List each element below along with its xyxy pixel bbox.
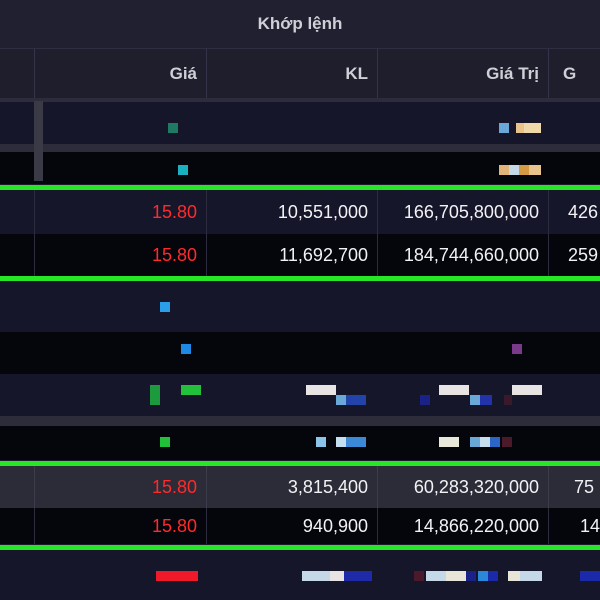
column-header-extra[interactable]: G — [548, 49, 600, 98]
value-cell: 60,283,320,000 — [413, 476, 539, 497]
pixel-block — [519, 165, 529, 175]
pixel-block — [488, 571, 498, 581]
pixel-block — [336, 437, 346, 447]
value-cell: 184,744,660,000 — [403, 244, 539, 265]
pixel-block — [346, 395, 366, 405]
pixel-block — [529, 165, 541, 175]
pixelated-row — [0, 152, 600, 184]
match-order-title: Khớp lệnh — [257, 14, 343, 33]
pixel-block — [302, 571, 330, 581]
pixel-block — [470, 437, 480, 447]
pixel-block — [168, 123, 178, 133]
table-row[interactable]: 15.80 10,551,000 166,705,800,000 426 — [0, 190, 600, 234]
pixel-block — [512, 344, 522, 354]
pixelated-row — [0, 332, 600, 374]
pixel-block — [520, 571, 542, 581]
pixel-block — [509, 165, 519, 175]
table-row[interactable]: 15.80 940,900 14,866,220,000 14 — [0, 508, 600, 544]
row-separator — [0, 144, 600, 152]
column-header-blank — [0, 49, 34, 98]
pixel-block — [490, 437, 500, 447]
price-cell: 15.80 — [151, 476, 197, 497]
pixel-block — [502, 437, 512, 447]
column-header-volume[interactable]: KL — [206, 49, 377, 98]
pixel-block — [524, 123, 541, 133]
pixel-block — [512, 385, 542, 395]
extra-cell: 426 — [568, 201, 599, 222]
pixel-block — [499, 165, 509, 175]
pixel-block — [516, 123, 524, 133]
match-order-header: Khớp lệnh — [0, 0, 600, 49]
pixel-block — [439, 385, 469, 395]
extra-cell: 75 — [574, 476, 595, 497]
pixel-block — [480, 437, 490, 447]
column-header-row: Giá KL Giá Trị G — [0, 49, 600, 102]
pixel-block — [330, 571, 344, 581]
pixel-block — [426, 571, 446, 581]
pixel-block — [181, 385, 201, 395]
pixelated-row — [0, 550, 600, 600]
table-row[interactable]: 15.80 3,815,400 60,283,320,000 75 — [0, 466, 600, 508]
table-row[interactable]: 15.80 11,692,700 184,744,660,000 259 — [0, 234, 600, 276]
pixel-block — [580, 571, 600, 581]
price-cell: 15.80 — [151, 244, 197, 265]
volume-cell: 11,692,700 — [279, 244, 368, 265]
pixel-block — [439, 437, 459, 447]
pixel-block — [504, 395, 512, 405]
pixel-block — [160, 437, 170, 447]
volume-cell: 940,900 — [302, 515, 368, 536]
pixel-block — [508, 571, 520, 581]
pixelated-row — [0, 374, 600, 416]
pixel-block — [178, 165, 188, 175]
pixel-block — [160, 302, 170, 312]
pixel-block — [499, 123, 509, 133]
pixel-block — [470, 395, 480, 405]
pixelated-row — [0, 281, 600, 332]
volume-cell: 10,551,000 — [277, 201, 368, 222]
volume-cell: 3,815,400 — [287, 476, 368, 497]
price-cell: 15.80 — [151, 515, 197, 536]
value-cell: 166,705,800,000 — [403, 201, 539, 222]
pixel-block — [344, 571, 372, 581]
pixel-block — [346, 437, 366, 447]
pixel-block — [150, 385, 160, 405]
pixelated-row — [0, 426, 600, 460]
extra-cell: 259 — [568, 244, 599, 265]
pixel-block — [446, 571, 466, 581]
column-header-value[interactable]: Giá Trị — [377, 49, 548, 98]
pixel-block — [414, 571, 424, 581]
column-header-price[interactable]: Giá — [34, 49, 206, 98]
pixel-block — [306, 385, 336, 395]
pixel-block — [336, 395, 346, 405]
extra-cell: 14 — [580, 515, 600, 536]
value-cell: 14,866,220,000 — [413, 515, 539, 536]
pixel-block — [478, 571, 488, 581]
price-cell: 15.80 — [151, 201, 197, 222]
pixel-block — [420, 395, 430, 405]
pixel-block — [316, 437, 326, 447]
pixel-block — [480, 395, 492, 405]
scrollbar-thumb[interactable] — [34, 101, 43, 181]
pixel-block — [181, 344, 191, 354]
pixelated-row — [0, 102, 600, 144]
row-separator — [0, 416, 600, 426]
pixel-block — [156, 571, 198, 581]
pixel-block — [466, 571, 476, 581]
